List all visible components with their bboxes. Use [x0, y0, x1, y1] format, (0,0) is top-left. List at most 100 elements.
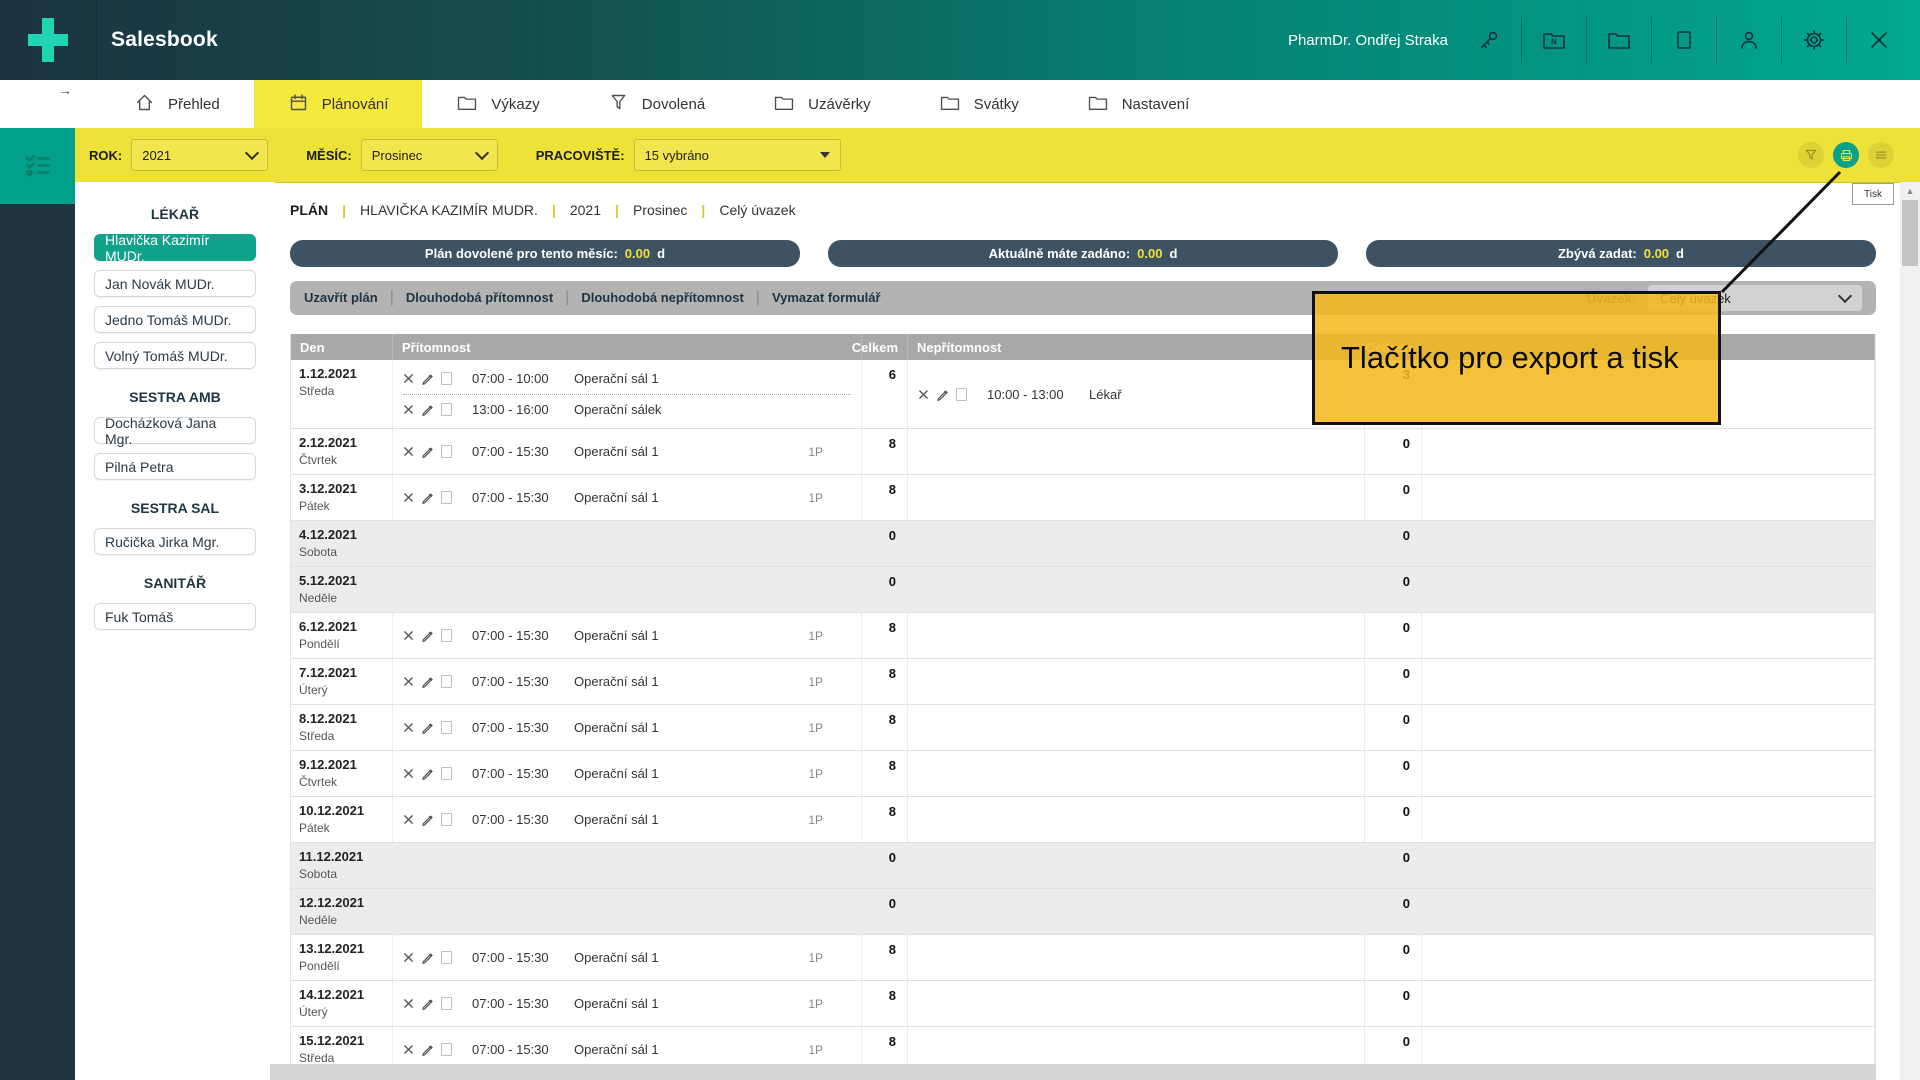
edit-entry-icon[interactable] — [421, 721, 434, 734]
copy-entry-icon[interactable] — [441, 1043, 452, 1056]
copy-entry-icon[interactable] — [441, 813, 452, 826]
tab-nastavení[interactable]: Nastavení — [1053, 80, 1224, 128]
presence-cell[interactable]: 07:00 - 15:30Operační sál 11P — [393, 981, 862, 1026]
delete-entry-icon[interactable] — [403, 952, 414, 963]
delete-entry-icon[interactable] — [918, 389, 929, 400]
presence-cell[interactable]: 07:00 - 15:30Operační sál 11P — [393, 751, 862, 796]
toolbar-action[interactable]: Dlouhodobá přítomnost — [406, 290, 553, 305]
copy-entry-icon[interactable] — [956, 388, 967, 401]
scrollbar-thumb[interactable] — [1902, 200, 1918, 266]
presence-cell[interactable]: 07:00 - 15:30Operační sál 11P — [393, 659, 862, 704]
copy-entry-icon[interactable] — [441, 372, 452, 385]
absence-cell[interactable] — [908, 429, 1365, 474]
app-logo[interactable] — [0, 0, 97, 80]
presence-cell[interactable] — [393, 889, 862, 934]
checklist-menu-button[interactable] — [0, 128, 75, 204]
sidebar-person-item[interactable]: Hlavička Kazimír MUDr. — [94, 234, 256, 261]
presence-cell[interactable] — [393, 567, 862, 612]
edit-entry-icon[interactable] — [421, 491, 434, 504]
edit-entry-icon[interactable] — [421, 675, 434, 688]
presence-cell[interactable] — [393, 521, 862, 566]
sidebar-person-item[interactable]: Volný Tomáš MUDr. — [94, 342, 256, 369]
edit-entry-icon[interactable] — [421, 767, 434, 780]
presence-cell[interactable]: 07:00 - 15:30Operační sál 11P — [393, 613, 862, 658]
sidebar-person-item[interactable]: Fuk Tomáš — [94, 603, 256, 630]
menu-button[interactable] — [1868, 142, 1894, 168]
absence-cell[interactable] — [908, 797, 1365, 842]
copy-entry-icon[interactable] — [441, 491, 452, 504]
delete-entry-icon[interactable] — [403, 814, 414, 825]
toolbar-action[interactable]: Dlouhodobá nepřítomnost — [581, 290, 743, 305]
edit-entry-icon[interactable] — [936, 388, 949, 401]
sidebar-person-item[interactable]: Pilná Petra — [94, 453, 256, 480]
scroll-up-arrow-icon[interactable]: ▲ — [1900, 186, 1920, 196]
presence-cell[interactable]: 07:00 - 10:00Operační sál 113:00 - 16:00… — [393, 360, 862, 428]
copy-entry-icon[interactable] — [441, 951, 452, 964]
copy-entry-icon[interactable] — [441, 629, 452, 642]
toolbar-action[interactable]: Vymazat formulář — [772, 290, 881, 305]
tab-svátky[interactable]: Svátky — [905, 80, 1053, 128]
absence-cell[interactable] — [908, 889, 1365, 934]
presence-cell[interactable]: 07:00 - 15:30Operační sál 11P — [393, 935, 862, 980]
edit-entry-icon[interactable] — [421, 629, 434, 642]
copy-entry-icon[interactable] — [441, 997, 452, 1010]
absence-cell[interactable] — [908, 659, 1365, 704]
sidebar-person-item[interactable]: Docházková Jana Mgr. — [94, 417, 256, 444]
edit-entry-icon[interactable] — [421, 997, 434, 1010]
copy-entry-icon[interactable] — [441, 403, 452, 416]
edit-entry-icon[interactable] — [421, 372, 434, 385]
absence-cell[interactable] — [908, 981, 1365, 1026]
presence-cell[interactable] — [393, 843, 862, 888]
delete-entry-icon[interactable] — [403, 676, 414, 687]
delete-entry-icon[interactable] — [403, 998, 414, 1009]
absence-cell[interactable] — [908, 475, 1365, 520]
tab-výkazy[interactable]: Výkazy — [422, 80, 573, 128]
edit-entry-icon[interactable] — [421, 1043, 434, 1056]
absence-cell[interactable] — [908, 521, 1365, 566]
user-icon[interactable] — [1734, 25, 1764, 55]
delete-entry-icon[interactable] — [403, 373, 414, 384]
sidebar-person-item[interactable]: Jan Novák MUDr. — [94, 270, 256, 297]
delete-entry-icon[interactable] — [403, 492, 414, 503]
absence-cell[interactable] — [908, 613, 1365, 658]
copy-entry-icon[interactable] — [441, 721, 452, 734]
copy-entry-icon[interactable] — [441, 767, 452, 780]
key-icon[interactable] — [1474, 25, 1504, 55]
copy-entry-icon[interactable] — [441, 675, 452, 688]
edit-entry-icon[interactable] — [421, 813, 434, 826]
delete-entry-icon[interactable] — [403, 446, 414, 457]
presence-cell[interactable]: 07:00 - 15:30Operační sál 11P — [393, 705, 862, 750]
close-icon[interactable] — [1864, 25, 1894, 55]
folder-n-icon[interactable]: N — [1539, 25, 1569, 55]
edit-entry-icon[interactable] — [421, 951, 434, 964]
absence-cell[interactable] — [908, 843, 1365, 888]
delete-entry-icon[interactable] — [403, 1044, 414, 1055]
absence-cell[interactable]: 10:00 - 13:00Lékař — [908, 360, 1365, 428]
tab-dovolená[interactable]: Dovolená — [574, 80, 739, 128]
presence-cell[interactable]: 07:00 - 15:30Operační sál 11P — [393, 797, 862, 842]
delete-entry-icon[interactable] — [403, 404, 414, 415]
folder-icon[interactable] — [1604, 25, 1634, 55]
year-select[interactable]: 2021 — [131, 139, 268, 171]
horizontal-scrollbar[interactable] — [270, 1064, 1876, 1080]
print-button[interactable] — [1833, 142, 1859, 168]
edit-entry-icon[interactable] — [421, 403, 434, 416]
vertical-scrollbar[interactable]: ▲ — [1900, 182, 1920, 1080]
absence-cell[interactable] — [908, 567, 1365, 612]
tab-přehled[interactable]: Přehled — [100, 80, 254, 128]
presence-cell[interactable]: 07:00 - 15:30Operační sál 11P — [393, 475, 862, 520]
sidebar-person-item[interactable]: Ručička Jirka Mgr. — [94, 528, 256, 555]
gear-icon[interactable] — [1799, 25, 1829, 55]
month-select[interactable]: Prosinec — [361, 139, 498, 171]
toolbar-action[interactable]: Uzavřít plán — [304, 290, 378, 305]
presence-cell[interactable]: 07:00 - 15:30Operační sál 11P — [393, 429, 862, 474]
window-icon[interactable] — [1669, 25, 1699, 55]
tab-plánování[interactable]: Plánování — [254, 80, 423, 128]
edit-entry-icon[interactable] — [421, 445, 434, 458]
absence-cell[interactable] — [908, 751, 1365, 796]
copy-entry-icon[interactable] — [441, 445, 452, 458]
sidebar-person-item[interactable]: Jedno Tomáš MUDr. — [94, 306, 256, 333]
workplace-select[interactable]: 15 vybráno — [634, 139, 841, 171]
filter-funnel-button[interactable] — [1798, 142, 1824, 168]
tab-uzávěrky[interactable]: Uzávěrky — [739, 80, 905, 128]
